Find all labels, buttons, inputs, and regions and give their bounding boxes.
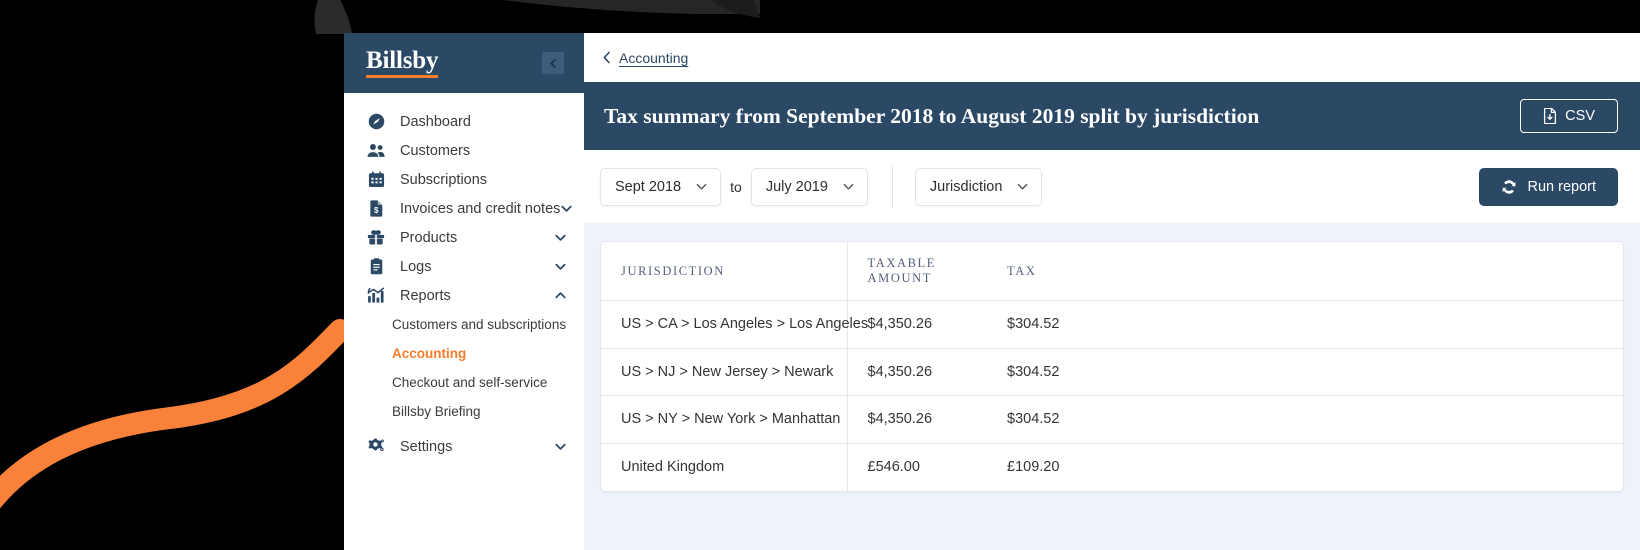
clipboard-icon bbox=[367, 258, 385, 276]
sidebar-item-logs[interactable]: Logs bbox=[344, 252, 584, 281]
sidebar: Billsby Dashboard Customers Subscription… bbox=[344, 33, 584, 550]
sidebar-item-invoices-and-credit-notes[interactable]: $ Invoices and credit notes bbox=[344, 194, 584, 223]
chevron-left-icon bbox=[602, 51, 612, 64]
sidebar-item-label: Invoices and credit notes bbox=[400, 200, 561, 217]
breadcrumb-bar: Accounting bbox=[584, 33, 1640, 82]
cell-tax: $304.52 bbox=[987, 395, 1623, 444]
cell-tax: $304.52 bbox=[987, 348, 1623, 396]
users-icon bbox=[367, 142, 385, 160]
sidebar-item-label: Dashboard bbox=[400, 113, 471, 130]
column-header-taxable-amount: TAXABLE AMOUNT bbox=[847, 242, 987, 301]
sidebar-subitem-label: Billsby Briefing bbox=[392, 404, 481, 419]
cell-tax: $304.52 bbox=[987, 300, 1623, 349]
page-title: Tax summary from September 2018 to Augus… bbox=[604, 103, 1260, 128]
table-row[interactable]: US > NY > New York > Manhattan $4,350.26… bbox=[601, 395, 1623, 444]
main-content: Accounting Tax summary from September 20… bbox=[584, 33, 1640, 550]
cell-tax: £109.20 bbox=[1007, 459, 1060, 475]
results-table-card: JURISDICTION TAXABLE AMOUNT TAX US > CA … bbox=[600, 241, 1624, 492]
cell-jurisdiction: US > NJ > New Jersey > Newark bbox=[601, 348, 848, 396]
chevron-left-icon bbox=[548, 58, 559, 69]
breadcrumb-back-link[interactable]: Accounting bbox=[602, 50, 688, 66]
breadcrumb-label: Accounting bbox=[619, 49, 689, 66]
svg-text:$: $ bbox=[374, 206, 379, 215]
sidebar-item-products[interactable]: Products bbox=[344, 223, 584, 252]
run-report-label: Run report bbox=[1527, 178, 1596, 195]
sidebar-subitem-customers-and-subscriptions[interactable]: Customers and subscriptions bbox=[344, 310, 584, 339]
sidebar-collapse-button[interactable] bbox=[542, 52, 564, 74]
cell-taxable-amount: $4,350.26 bbox=[847, 300, 987, 349]
sidebar-item-subscriptions[interactable]: Subscriptions bbox=[344, 165, 584, 194]
sidebar-item-label: Reports bbox=[400, 287, 451, 304]
sidebar-item-customers[interactable]: Customers bbox=[344, 136, 584, 165]
export-csv-button[interactable]: CSV bbox=[1520, 99, 1618, 133]
group-by-value: Jurisdiction bbox=[929, 178, 1003, 195]
date-from-select[interactable]: Sept 2018 bbox=[600, 167, 722, 206]
sidebar-subitem-billsby-briefing[interactable]: Billsby Briefing bbox=[344, 397, 584, 426]
chevron-down-icon bbox=[554, 231, 567, 244]
sidebar-subitem-label: Customers and subscriptions bbox=[392, 317, 567, 332]
sidebar-item-label: Subscriptions bbox=[400, 171, 488, 188]
sidebar-item-dashboard[interactable]: Dashboard bbox=[344, 107, 584, 136]
run-report-button[interactable]: Run report bbox=[1479, 167, 1618, 206]
chevron-down-icon bbox=[554, 440, 567, 453]
sidebar-subitem-label: Accounting bbox=[392, 346, 467, 361]
cell-jurisdiction: United Kingdom bbox=[601, 443, 848, 491]
export-csv-label: CSV bbox=[1565, 108, 1595, 124]
cell-jurisdiction: US > CA > Los Angeles > Los Angeles bbox=[601, 300, 868, 349]
sidebar-item-reports[interactable]: Reports bbox=[344, 281, 584, 310]
tax-summary-table: JURISDICTION TAXABLE AMOUNT TAX US > CA … bbox=[601, 242, 1623, 491]
chevron-down-icon bbox=[554, 260, 567, 273]
cell-taxable-amount: £546.00 bbox=[867, 459, 920, 475]
sidebar-item-label: Logs bbox=[400, 258, 432, 275]
chevron-down-icon bbox=[695, 180, 708, 193]
chevron-down-icon bbox=[560, 202, 573, 215]
cell-taxable-amount: $4,350.26 bbox=[847, 395, 987, 444]
table-row[interactable]: US > NJ > New Jersey > Newark $4,350.26 … bbox=[601, 348, 1623, 396]
sidebar-nav: Dashboard Customers Subscriptions $ Invo… bbox=[344, 93, 584, 550]
filter-divider bbox=[891, 165, 893, 208]
screenshot-root: Billsby Dashboard Customers Subscription… bbox=[0, 0, 1640, 550]
table-row[interactable]: United Kingdom £546.00 £109.20 bbox=[601, 443, 1623, 491]
table-header-row: JURISDICTION TAXABLE AMOUNT TAX bbox=[601, 242, 1623, 301]
bar-chart-icon bbox=[367, 287, 385, 305]
brand-logo[interactable]: Billsby bbox=[366, 47, 438, 79]
refresh-icon bbox=[1501, 179, 1517, 195]
gear-icon bbox=[367, 438, 385, 456]
sidebar-item-label: Customers bbox=[400, 142, 471, 159]
date-to-select[interactable]: July 2019 bbox=[750, 167, 868, 206]
file-download-icon bbox=[1543, 108, 1557, 124]
report-title-bar: Tax summary from September 2018 to Augus… bbox=[584, 82, 1640, 150]
cell-jurisdiction: US > NY > New York > Manhattan bbox=[601, 395, 848, 444]
sidebar-subitem-checkout-and-self-service[interactable]: Checkout and self-service bbox=[344, 368, 584, 397]
products-box-icon bbox=[367, 229, 385, 247]
sidebar-subitem-label: Checkout and self-service bbox=[392, 375, 548, 390]
cell-taxable-amount: $4,350.26 bbox=[847, 348, 987, 396]
column-header-tax: TAX bbox=[987, 242, 1623, 301]
column-header-jurisdiction: JURISDICTION bbox=[601, 242, 848, 301]
sidebar-header: Billsby bbox=[344, 33, 584, 93]
group-by-select[interactable]: Jurisdiction bbox=[914, 167, 1043, 206]
chevron-down-icon bbox=[1016, 180, 1029, 193]
chevron-down-icon bbox=[842, 180, 855, 193]
calendar-icon bbox=[367, 171, 385, 189]
date-to-value: July 2019 bbox=[765, 178, 828, 195]
sidebar-item-label: Products bbox=[400, 229, 458, 246]
sidebar-subitem-accounting[interactable]: Accounting bbox=[344, 339, 584, 368]
table-row[interactable]: US > CA > Los Angeles > Los Angeles $4,3… bbox=[601, 300, 1623, 349]
sidebar-item-label: Settings bbox=[400, 438, 453, 455]
chevron-up-icon bbox=[554, 289, 567, 302]
dashboard-gauge-icon bbox=[367, 113, 385, 131]
date-from-value: Sept 2018 bbox=[615, 178, 682, 195]
date-range-separator-label: to bbox=[730, 178, 742, 195]
filter-bar: Sept 2018 to July 2019 Jurisdiction Run … bbox=[584, 150, 1640, 223]
table-area: JURISDICTION TAXABLE AMOUNT TAX US > CA … bbox=[584, 223, 1640, 550]
sidebar-item-settings[interactable]: Settings bbox=[344, 432, 584, 461]
invoice-icon: $ bbox=[367, 200, 385, 218]
